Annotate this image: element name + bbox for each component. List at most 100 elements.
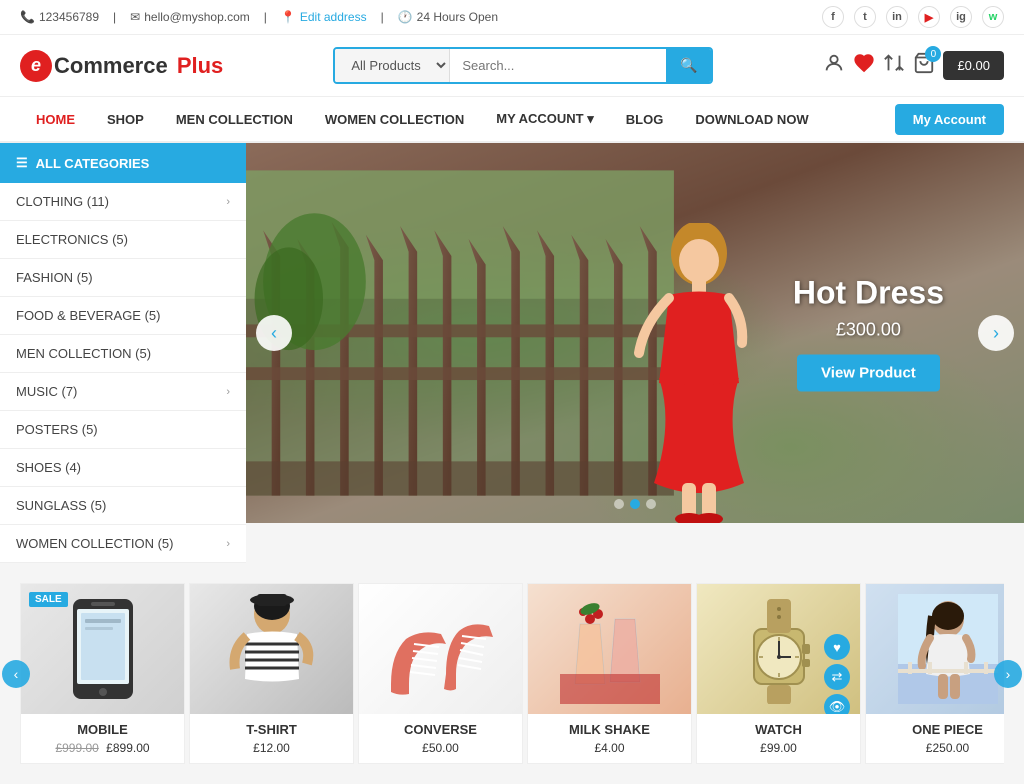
nav-men-collection[interactable]: MEN COLLECTION [160, 98, 309, 141]
main-content: ☰ ALL CATEGORIES CLOTHING (11) › ELECTRO… [0, 143, 1024, 563]
sidebar-item-electronics[interactable]: ELECTRONICS (5) [0, 221, 246, 259]
converse-svg [376, 594, 506, 704]
logo-name: Commerce Plus [54, 53, 223, 79]
product-mobile-price: £999.00 £899.00 [21, 741, 184, 763]
hours-info: 🕐 24 Hours Open [398, 10, 498, 24]
logo-letter: e [31, 55, 41, 76]
product-milkshake[interactable]: MILK SHAKE £4.00 [527, 583, 692, 764]
edit-address-link[interactable]: Edit address [300, 10, 367, 24]
onepiece-svg [898, 594, 998, 704]
navigation: HOME SHOP MEN COLLECTION WOMEN COLLECTIO… [0, 97, 1024, 143]
search-button[interactable]: 🔍 [666, 49, 711, 82]
product-onepiece-new-price: £250.00 [926, 741, 969, 755]
nav-download-now[interactable]: DOWNLOAD NOW [679, 98, 824, 141]
compare-icon[interactable] [883, 52, 905, 79]
youtube-icon[interactable]: ▶ [918, 6, 940, 28]
phone-icon: 📞 [20, 10, 35, 24]
product-watch-name: WATCH [697, 714, 860, 741]
sidebar-item-music[interactable]: MUSIC (7) › [0, 373, 246, 411]
product-tshirt-name: T-SHIRT [190, 714, 353, 741]
dot-3[interactable] [646, 499, 656, 509]
nav-home[interactable]: HOME [20, 98, 91, 141]
product-watch-icons: ♥ ⇄ 👁 [824, 634, 850, 714]
product-tshirt[interactable]: T-SHIRT £12.00 [189, 583, 354, 764]
products-prev-button[interactable]: ‹ [2, 660, 30, 688]
instagram-icon[interactable]: ig [950, 6, 972, 28]
sidebar-item-men[interactable]: MEN COLLECTION (5) [0, 335, 246, 373]
email-address: hello@myshop.com [144, 10, 250, 24]
search-category-dropdown[interactable]: All Products Clothing Electronics Fashio… [335, 49, 450, 82]
slider-cta-button[interactable]: View Product [797, 355, 940, 392]
product-watch[interactable]: ♥ ⇄ 👁 [696, 583, 861, 764]
tshirt-svg [227, 594, 317, 704]
nav-shop[interactable]: SHOP [91, 98, 160, 141]
sale-badge: SALE [29, 592, 68, 607]
location-icon: 📍 [281, 10, 296, 24]
dot-1[interactable] [614, 499, 624, 509]
product-onepiece-image [866, 584, 1004, 714]
chevron-right-icon-women: › [226, 538, 230, 550]
product-mobile-name: MOBILE [21, 714, 184, 741]
product-tshirt-new-price: £12.00 [253, 741, 290, 755]
nav-blog[interactable]: BLOG [610, 98, 680, 141]
slider-prev-button[interactable]: ‹ [256, 315, 292, 351]
top-bar-social: f t in ▶ ig w [822, 6, 1004, 28]
cart-amount: £0.00 [957, 58, 990, 73]
fence-decoration [246, 143, 674, 523]
products-next-button[interactable]: › [994, 660, 1022, 688]
product-watch-image: ♥ ⇄ 👁 [697, 584, 860, 714]
sidebar-item-food[interactable]: FOOD & BEVERAGE (5) [0, 297, 246, 335]
top-bar-left: 📞 123456789 | ✉ hello@myshop.com | 📍 Edi… [20, 10, 498, 24]
product-mobile-image: SALE [21, 584, 184, 714]
product-onepiece[interactable]: ONE PIECE £250.00 [865, 583, 1004, 764]
cart-amount-button[interactable]: £0.00 [943, 51, 1004, 80]
wishlist-icon[interactable] [853, 52, 875, 79]
product-converse[interactable]: CONVERSE £50.00 [358, 583, 523, 764]
nav-my-account-btn[interactable]: My Account [895, 104, 1004, 135]
dot-2[interactable] [630, 499, 640, 509]
nav-my-account[interactable]: MY ACCOUNT ▾ [480, 97, 610, 141]
email-info: ✉ hello@myshop.com [130, 10, 250, 24]
sidebar-label-food: FOOD & BEVERAGE (5) [16, 308, 160, 323]
quickview-button[interactable]: 👁 [824, 694, 850, 714]
account-icon[interactable] [823, 52, 845, 79]
product-tshirt-price: £12.00 [190, 741, 353, 763]
slider-overlay: Hot Dress £300.00 View Product [793, 275, 944, 392]
compare-add-button[interactable]: ⇄ [824, 664, 850, 690]
milkshake-svg [560, 594, 660, 704]
menu-icon: ☰ [16, 155, 28, 171]
sidebar-item-sunglass[interactable]: SUNGLASS (5) [0, 487, 246, 525]
product-converse-image [359, 584, 522, 714]
sidebar-label-men: MEN COLLECTION (5) [16, 346, 151, 361]
product-mobile-new-price: £899.00 [106, 741, 149, 755]
facebook-icon[interactable]: f [822, 6, 844, 28]
search-input[interactable] [450, 49, 666, 82]
slider-price: £300.00 [793, 320, 944, 341]
sidebar-label-electronics: ELECTRONICS (5) [16, 232, 128, 247]
chevron-right-icon-music: › [226, 386, 230, 398]
sidebar-item-fashion[interactable]: FASHION (5) [0, 259, 246, 297]
sidebar-header: ☰ ALL CATEGORIES [0, 143, 246, 183]
clock-icon: 🕐 [398, 10, 413, 24]
sidebar-label-music: MUSIC (7) [16, 384, 77, 399]
sidebar: ☰ ALL CATEGORIES CLOTHING (11) › ELECTRO… [0, 143, 246, 563]
slider-next-button[interactable]: › [978, 315, 1014, 351]
sidebar-item-shoes[interactable]: SHOES (4) [0, 449, 246, 487]
products-section: ‹ SALE MOBILE £999.00 £899.00 [0, 563, 1024, 784]
phone-info: 📞 123456789 [20, 10, 99, 24]
product-mobile[interactable]: SALE MOBILE £999.00 £899.00 [20, 583, 185, 764]
sidebar-item-posters[interactable]: POSTERS (5) [0, 411, 246, 449]
product-milkshake-new-price: £4.00 [594, 741, 624, 755]
address-info: 📍 Edit address [281, 10, 367, 24]
watch-svg [729, 594, 829, 704]
linkedin-icon[interactable]: in [886, 6, 908, 28]
twitter-icon[interactable]: t [854, 6, 876, 28]
product-onepiece-name: ONE PIECE [866, 714, 1004, 741]
nav-women-collection[interactable]: WOMEN COLLECTION [309, 98, 480, 141]
logo[interactable]: e Commerce Plus [20, 50, 223, 82]
wishlist-add-button[interactable]: ♥ [824, 634, 850, 660]
sidebar-item-women[interactable]: WOMEN COLLECTION (5) › [0, 525, 246, 563]
whatsapp-icon[interactable]: w [982, 6, 1004, 28]
cart-icon[interactable]: 0 [913, 52, 935, 79]
sidebar-item-clothing[interactable]: CLOTHING (11) › [0, 183, 246, 221]
